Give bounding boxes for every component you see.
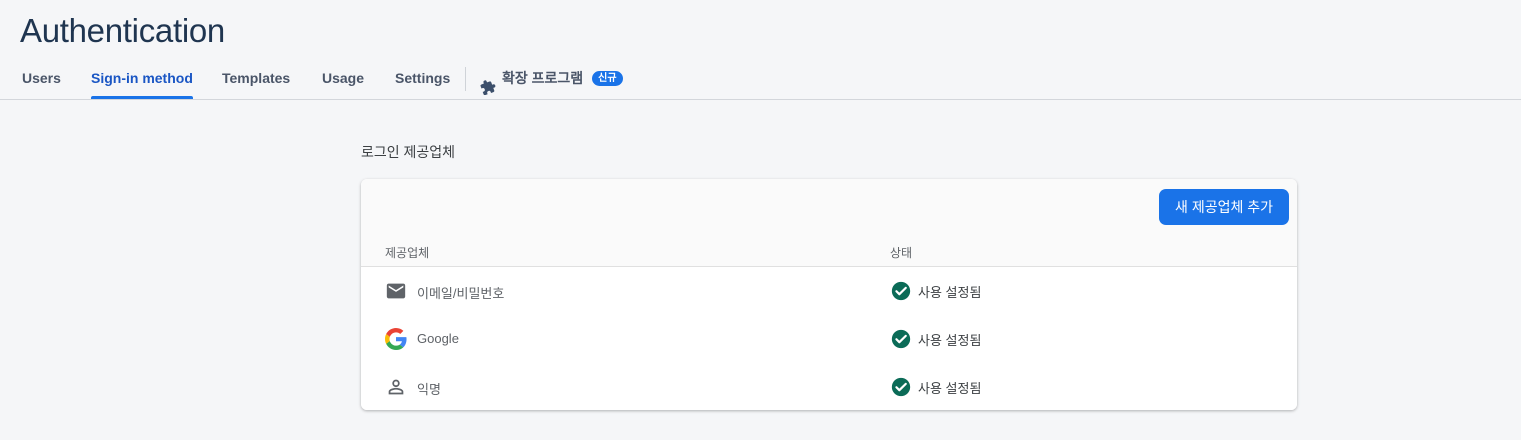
puzzle-icon <box>480 70 496 96</box>
provider-row-anonymous[interactable]: 익명 사용 설정됨 <box>361 363 1297 410</box>
check-circle-icon <box>890 376 912 398</box>
page-title: Authentication <box>20 12 225 49</box>
provider-row-google[interactable]: Google 사용 설정됨 <box>361 315 1297 364</box>
tab-users[interactable]: Users <box>22 58 61 98</box>
tab-settings[interactable]: Settings <box>395 58 450 98</box>
check-circle-icon <box>890 328 912 350</box>
new-badge: 신규 <box>592 70 623 86</box>
section-title: 로그인 제공업체 <box>361 144 456 160</box>
status-text: 사용 설정됨 <box>918 285 982 300</box>
tab-extensions-label: 확장 프로그램 <box>502 70 584 86</box>
check-circle-icon <box>890 280 912 302</box>
status-text: 사용 설정됨 <box>918 381 982 396</box>
provider-name: Google <box>417 331 459 346</box>
provider-row-email[interactable]: 이메일/비밀번호 사용 설정됨 <box>361 267 1297 316</box>
tab-divider <box>465 67 466 91</box>
provider-name: 이메일/비밀번호 <box>417 286 505 301</box>
card-header <box>361 179 1297 267</box>
provider-name: 익명 <box>417 382 441 397</box>
tab-templates[interactable]: Templates <box>222 58 290 98</box>
person-icon <box>385 376 407 398</box>
email-icon <box>385 280 407 302</box>
add-provider-button[interactable]: 새 제공업체 추가 <box>1159 189 1289 225</box>
tab-extensions[interactable]: 확장 프로그램 신규 <box>480 58 623 98</box>
tab-sign-in-method[interactable]: Sign-in method <box>91 58 193 99</box>
tab-usage[interactable]: Usage <box>322 58 364 98</box>
tab-bar: Users Sign-in method Templates Usage Set… <box>0 58 1521 100</box>
status-text: 사용 설정됨 <box>918 333 982 348</box>
column-header-status: 상태 <box>890 246 913 260</box>
providers-card: 새 제공업체 추가 제공업체 상태 이메일/비밀번호 사용 설정됨 Google… <box>361 179 1297 410</box>
google-icon <box>385 328 407 350</box>
column-header-provider: 제공업체 <box>385 246 430 260</box>
